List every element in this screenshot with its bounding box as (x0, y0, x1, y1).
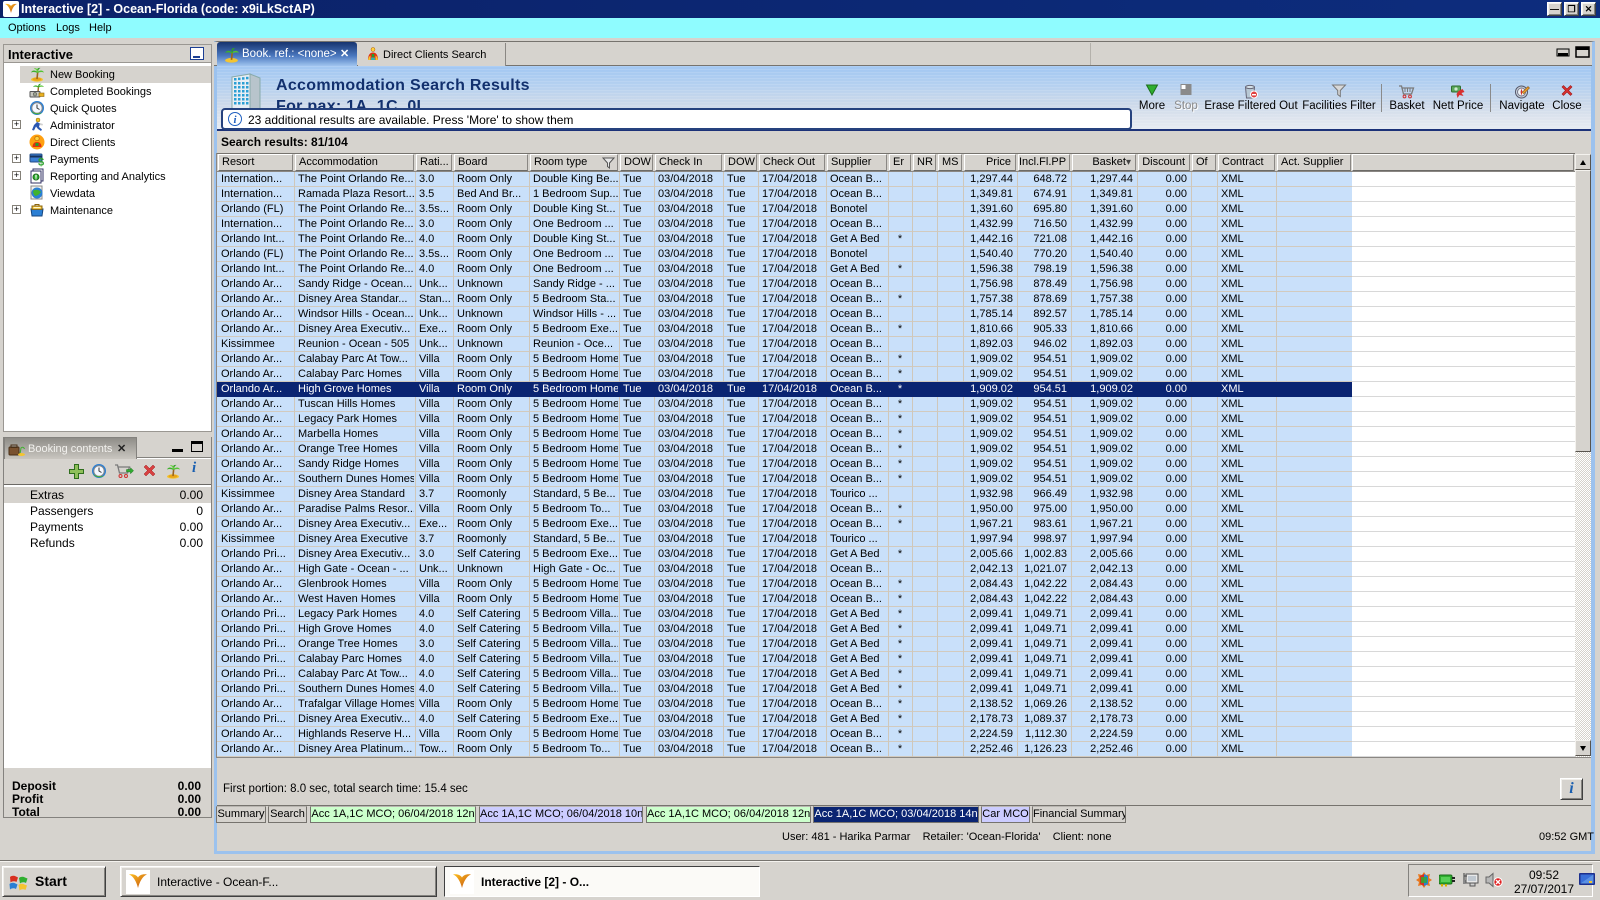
svg-text:$: $ (38, 157, 44, 168)
